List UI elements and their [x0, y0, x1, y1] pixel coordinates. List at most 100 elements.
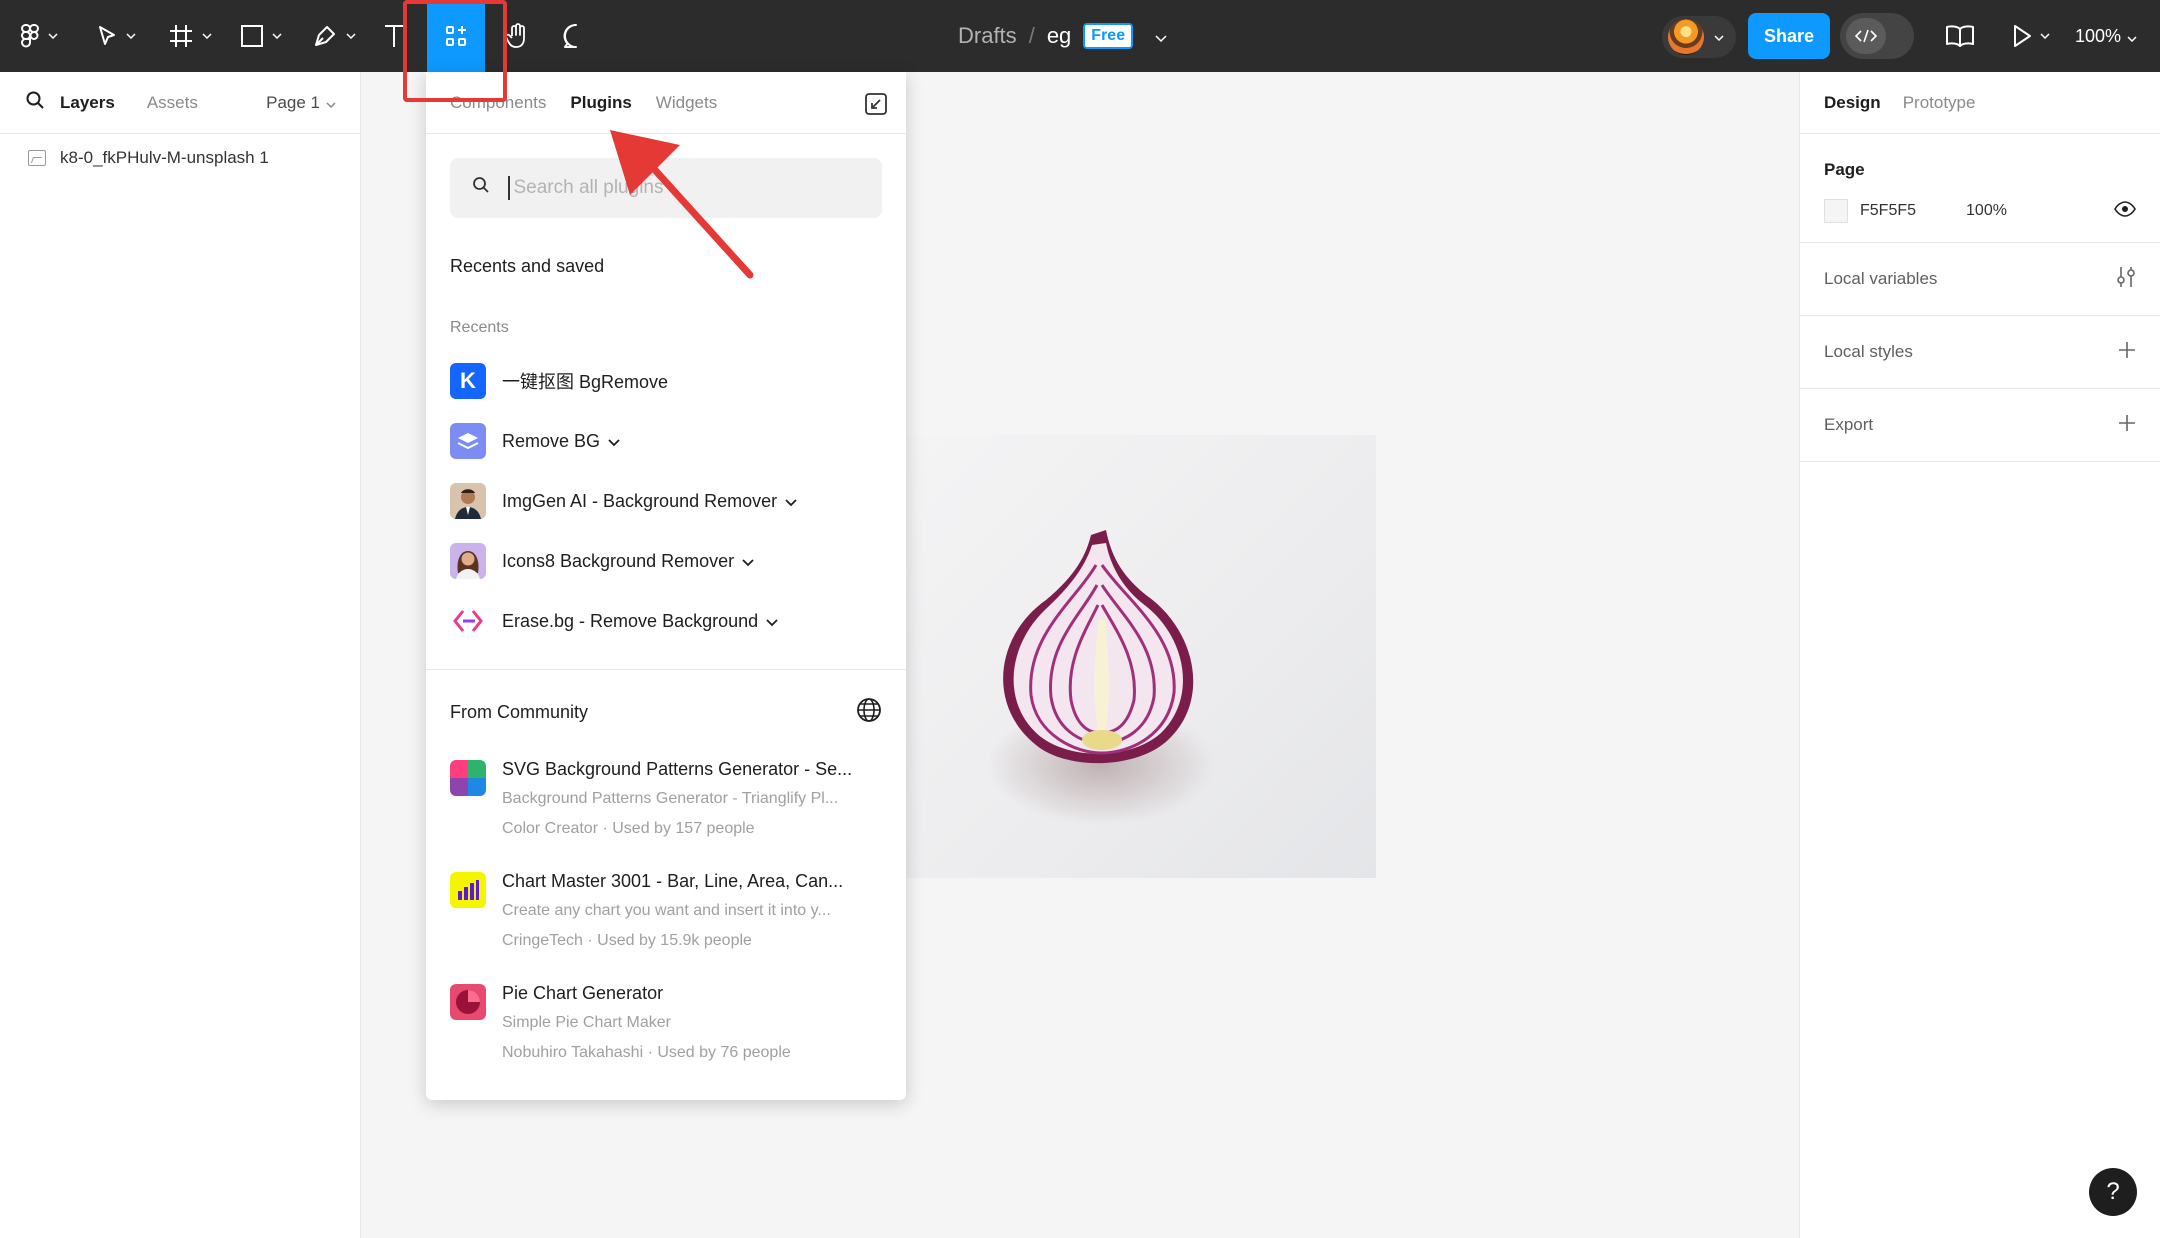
hand-icon — [505, 22, 531, 50]
comment-tool-button[interactable] — [560, 0, 592, 72]
pattern-logo-icon — [450, 760, 486, 796]
page-selector[interactable]: Page 1 — [266, 93, 336, 113]
plus-icon[interactable] — [2118, 341, 2136, 364]
plugin-name: ImgGen AI - Background Remover — [502, 490, 778, 511]
chevron-down-icon — [272, 33, 282, 39]
community-header: From Community — [426, 670, 906, 754]
man-portrait-icon — [450, 483, 486, 519]
community-heading: From Community — [450, 701, 589, 722]
plugin-name: Remove BG — [502, 430, 601, 451]
search-icon[interactable] — [26, 91, 44, 114]
plugin-name: Icons8 Background Remover — [502, 550, 735, 571]
library-button[interactable] — [1944, 0, 1976, 72]
chevron-down-icon[interactable] — [1155, 23, 1167, 49]
book-icon — [1945, 24, 1975, 48]
dev-mode-toggle[interactable] — [1840, 13, 1914, 59]
cursor-icon — [96, 24, 118, 48]
recent-plugin-item[interactable]: Erase.bg - Remove Background — [426, 591, 906, 651]
text-icon — [383, 23, 405, 49]
pie-chart-logo-icon — [450, 984, 486, 1020]
page-fill-row: F5F5F5 100% — [1824, 180, 2136, 242]
canvas-image[interactable] — [906, 435, 1376, 878]
tab-layers[interactable]: Layers — [60, 93, 115, 113]
help-button[interactable]: ? — [2089, 1168, 2137, 1216]
local-variables-row[interactable]: Local variables — [1800, 243, 2160, 316]
local-styles-label: Local styles — [1824, 342, 1913, 361]
chevron-down-icon — [2040, 33, 2050, 39]
annotation-arrow — [610, 130, 754, 279]
avatar — [1668, 19, 1704, 55]
present-button[interactable] — [2012, 0, 2050, 72]
plugin-title: SVG Background Patterns Generator - Se..… — [502, 759, 853, 779]
frame-tool-button[interactable] — [168, 0, 212, 72]
recent-plugin-item[interactable]: Remove BG — [426, 411, 906, 471]
image-icon — [28, 150, 46, 166]
chevron-down-icon — [2127, 26, 2137, 47]
plugin-title: Chart Master 3001 - Bar, Line, Area, Can… — [502, 871, 844, 891]
community-plugin-item[interactable]: Pie Chart Generator Simple Pie Chart Mak… — [426, 978, 906, 1068]
export-row[interactable]: Export — [1800, 389, 2160, 462]
pen-icon — [312, 23, 338, 49]
plugin-name: Erase.bg - Remove Background — [502, 610, 759, 631]
eye-icon[interactable] — [2114, 200, 2136, 222]
globe-icon[interactable] — [856, 697, 882, 728]
chevron-down-icon[interactable] — [742, 551, 754, 572]
local-styles-row[interactable]: Local styles — [1800, 316, 2160, 389]
community-plugin-item[interactable]: Chart Master 3001 - Bar, Line, Area, Can… — [426, 866, 906, 956]
zoom-menu[interactable]: 100% — [2075, 0, 2137, 72]
layers-logo-icon — [450, 423, 486, 459]
chevron-down-icon[interactable] — [785, 491, 797, 512]
plan-badge[interactable]: Free — [1083, 23, 1134, 49]
drafts-link[interactable]: Drafts — [958, 23, 1017, 49]
chevron-down-icon[interactable] — [608, 431, 620, 452]
comment-icon — [562, 22, 590, 50]
highlight-box — [403, 0, 507, 102]
main-menu-button[interactable] — [20, 0, 58, 72]
recent-plugin-item[interactable]: Icons8 Background Remover — [426, 531, 906, 591]
share-button[interactable]: Share — [1748, 13, 1830, 59]
layer-item[interactable]: k8-0_fkPHulv-M-unsplash 1 — [0, 138, 360, 178]
page-heading: Page — [1824, 160, 1865, 179]
top-toolbar: Drafts / eg Free Share 100% — [0, 0, 2160, 72]
chevron-down-icon — [326, 93, 336, 113]
recents-label: Recents — [450, 319, 509, 336]
sliders-icon[interactable] — [2116, 266, 2136, 293]
chevron-down-icon[interactable] — [766, 611, 778, 632]
shape-tool-button[interactable] — [240, 0, 282, 72]
right-panel-tabs: Design Prototype — [1800, 72, 2160, 134]
properties-panel: Design Prototype Page F5F5F5 100% Local … — [1799, 72, 2160, 1238]
tab-widgets[interactable]: Widgets — [656, 93, 717, 113]
pen-tool-button[interactable] — [312, 0, 356, 72]
color-swatch[interactable] — [1824, 199, 1848, 223]
chevron-down-icon — [48, 33, 58, 39]
tab-plugins[interactable]: Plugins — [570, 93, 631, 113]
community-plugin-item[interactable]: SVG Background Patterns Generator - Se..… — [426, 754, 906, 844]
recent-plugins-list: K 一键抠图 BgRemove Remove BG ImgGen AI - Ba… — [426, 351, 906, 651]
plugin-description: Background Patterns Generator - Triangli… — [502, 790, 839, 807]
layer-name: k8-0_fkPHulv-M-unsplash 1 — [60, 148, 269, 167]
page-color-value[interactable]: F5F5F5 — [1860, 202, 1916, 220]
recent-plugin-item[interactable]: ImgGen AI - Background Remover — [426, 471, 906, 531]
left-panel-tabs: Layers Assets Page 1 — [0, 72, 360, 134]
page-label: Page 1 — [266, 92, 320, 112]
user-menu-button[interactable] — [1662, 16, 1736, 58]
frame-icon — [168, 23, 194, 49]
local-variables-label: Local variables — [1824, 269, 1938, 288]
recent-plugin-item[interactable]: K 一键抠图 BgRemove — [426, 351, 906, 411]
chevron-down-icon — [126, 33, 136, 39]
k-logo-icon: K — [450, 363, 486, 399]
text-caret — [508, 176, 510, 200]
tab-assets[interactable]: Assets — [147, 93, 198, 113]
page-opacity-value[interactable]: 100% — [1966, 202, 2007, 220]
plus-icon[interactable] — [2118, 414, 2136, 437]
export-label: Export — [1824, 415, 1874, 434]
chevron-down-icon — [202, 33, 212, 39]
file-name[interactable]: eg — [1047, 23, 1071, 49]
play-icon — [2012, 24, 2032, 48]
collapse-icon[interactable] — [864, 92, 888, 121]
tab-design[interactable]: Design — [1824, 93, 1881, 113]
plugin-meta: CringeTech · Used by 15.9k people — [502, 932, 752, 949]
move-tool-button[interactable] — [96, 0, 136, 72]
plugin-description: Create any chart you want and insert it … — [502, 902, 831, 919]
tab-prototype[interactable]: Prototype — [1903, 93, 1976, 113]
